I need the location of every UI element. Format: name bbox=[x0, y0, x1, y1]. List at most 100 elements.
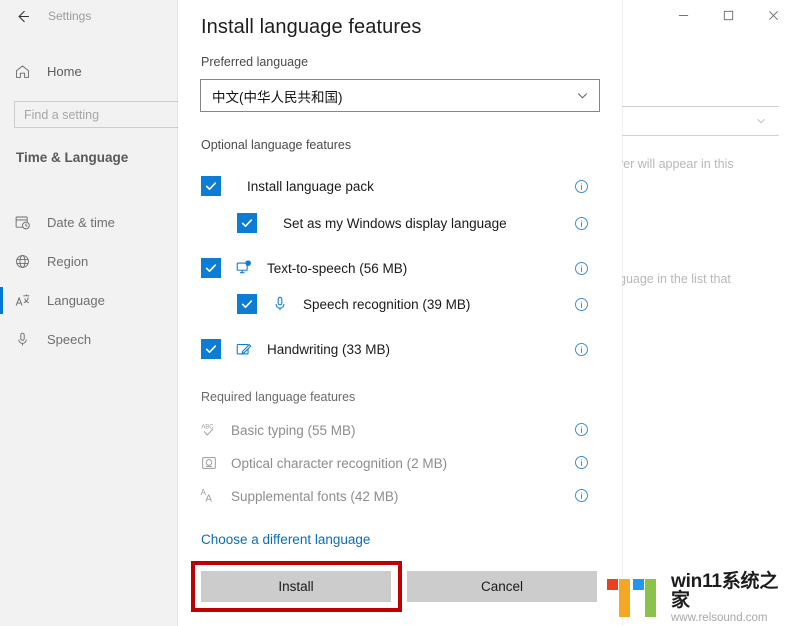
watermark-logo-icon bbox=[606, 577, 664, 619]
info-circle-icon bbox=[575, 489, 588, 502]
info-icon[interactable] bbox=[574, 422, 589, 437]
required-feature-label: Supplemental fonts (42 MB) bbox=[231, 488, 399, 504]
check-icon bbox=[205, 264, 217, 272]
chevron-down-icon bbox=[757, 118, 765, 124]
preferred-language-value: 中文(中华人民共和国) bbox=[212, 89, 343, 105]
info-circle-icon bbox=[575, 217, 588, 230]
install-language-features-dialog: Install language features Preferred lang… bbox=[178, 0, 622, 626]
globe-icon bbox=[16, 255, 29, 268]
cancel-button[interactable]: Cancel bbox=[407, 571, 597, 602]
search-placeholder: Find a setting bbox=[24, 107, 100, 122]
background-text-line-2: guage in the list that bbox=[619, 272, 731, 286]
microphone-icon bbox=[18, 332, 27, 346]
feature-row-text-to-speech[interactable]: Text-to-speech (56 MB) bbox=[178, 253, 622, 283]
feature-row-speech-recognition[interactable]: Speech recognition (39 MB) bbox=[178, 289, 622, 319]
feature-label: Speech recognition (39 MB) bbox=[303, 296, 471, 312]
required-feature-label: Basic typing (55 MB) bbox=[231, 422, 356, 438]
handwriting-icon bbox=[236, 343, 252, 355]
sidebar-nav-list: Date & time Region Language Speech bbox=[0, 203, 179, 359]
sidebar-item-label: Date & time bbox=[47, 215, 115, 230]
watermark-text: win11系统之家 www.relsound.com bbox=[671, 572, 796, 625]
feature-row-install-language-pack[interactable]: Install language pack bbox=[178, 171, 622, 201]
win11-logo-icon bbox=[607, 579, 656, 618]
watermark-url: www.relsound.com bbox=[671, 612, 768, 624]
info-circle-icon bbox=[575, 262, 588, 275]
fonts-icon: A A bbox=[200, 488, 212, 504]
check-icon bbox=[241, 300, 253, 308]
search-input[interactable]: Find a setting bbox=[14, 101, 179, 128]
feature-row-handwriting[interactable]: Handwriting (33 MB) bbox=[178, 334, 622, 364]
sidebar-category-title: Time & Language bbox=[16, 150, 129, 165]
app-title: Settings bbox=[48, 9, 92, 23]
checkbox-speech-recognition[interactable] bbox=[237, 294, 257, 314]
required-feature-label: Optical character recognition (2 MB) bbox=[231, 455, 448, 471]
settings-sidebar: Settings Home Find a setting Time & Lang… bbox=[0, 0, 179, 626]
info-icon[interactable] bbox=[574, 216, 589, 231]
info-circle-icon bbox=[575, 298, 588, 311]
sidebar-item-label: Region bbox=[47, 254, 89, 269]
dialog-title: Install language features bbox=[201, 16, 422, 38]
info-icon[interactable] bbox=[574, 179, 589, 194]
check-icon bbox=[241, 219, 253, 227]
sidebar-item-home[interactable]: Home bbox=[0, 52, 179, 90]
feature-label: Text-to-speech (56 MB) bbox=[267, 260, 408, 276]
required-row-basic-typing: ABC Basic typing (55 MB) bbox=[178, 416, 622, 444]
checkbox-text-to-speech[interactable] bbox=[201, 258, 221, 278]
info-icon[interactable] bbox=[574, 297, 589, 312]
close-button[interactable] bbox=[751, 0, 796, 31]
language-icon bbox=[15, 294, 30, 306]
install-button[interactable]: Install bbox=[201, 571, 391, 602]
info-circle-icon bbox=[575, 456, 588, 469]
background-text-line-1: rer will appear in this bbox=[619, 157, 734, 171]
feature-label: Set as my Windows display language bbox=[283, 215, 507, 231]
sidebar-titlebar: Settings bbox=[0, 0, 179, 32]
svg-text:A: A bbox=[205, 493, 212, 504]
feature-label: Handwriting (33 MB) bbox=[267, 341, 391, 357]
preferred-language-label: Preferred language bbox=[201, 55, 309, 69]
checkbox-handwriting[interactable] bbox=[201, 339, 221, 359]
sidebar-item-label: Speech bbox=[47, 332, 92, 347]
sidebar-item-date-time[interactable]: Date & time bbox=[0, 203, 179, 242]
required-row-supplemental-fonts: A A Supplemental fonts (42 MB) bbox=[178, 482, 622, 510]
info-icon[interactable] bbox=[574, 455, 589, 470]
text-to-speech-icon bbox=[236, 260, 251, 274]
info-circle-icon bbox=[575, 423, 588, 436]
sidebar-home-label: Home bbox=[47, 63, 82, 79]
sidebar-item-speech[interactable]: Speech bbox=[0, 320, 179, 359]
calendar-clock-icon bbox=[15, 216, 30, 230]
back-button[interactable] bbox=[0, 1, 44, 31]
chevron-down-icon bbox=[577, 93, 588, 99]
choose-different-language-link[interactable]: Choose a different language bbox=[201, 532, 370, 547]
abc-check-icon: ABC bbox=[201, 425, 214, 436]
maximize-icon bbox=[723, 10, 734, 21]
minimize-icon bbox=[678, 15, 689, 16]
ocr-icon bbox=[202, 457, 216, 469]
checkbox-install-language-pack[interactable] bbox=[201, 176, 221, 196]
sidebar-item-label: Language bbox=[47, 293, 105, 308]
screenshot-root: Settings Home Find a setting Time & Lang… bbox=[0, 0, 796, 626]
info-icon[interactable] bbox=[574, 488, 589, 503]
feature-label: Install language pack bbox=[247, 178, 374, 194]
info-circle-icon bbox=[575, 343, 588, 356]
background-dropdown[interactable] bbox=[619, 106, 779, 136]
checkbox-set-display-language[interactable] bbox=[237, 213, 257, 233]
minimize-button[interactable] bbox=[661, 0, 706, 31]
home-icon bbox=[16, 65, 29, 78]
info-circle-icon bbox=[575, 180, 588, 193]
preferred-language-dropdown[interactable]: 中文(中华人民共和国) bbox=[200, 79, 600, 112]
watermark: win11系统之家 www.relsound.com bbox=[606, 572, 796, 625]
feature-row-set-display-language[interactable]: Set as my Windows display language bbox=[178, 208, 622, 238]
sidebar-item-language[interactable]: Language bbox=[0, 281, 179, 320]
watermark-title: win11系统之家 bbox=[671, 571, 779, 611]
window-controls bbox=[661, 0, 796, 31]
close-icon bbox=[768, 10, 779, 21]
back-arrow-icon bbox=[18, 10, 29, 22]
required-row-ocr: Optical character recognition (2 MB) bbox=[178, 449, 622, 477]
microphone-icon bbox=[275, 296, 285, 311]
check-icon bbox=[205, 345, 217, 353]
info-icon[interactable] bbox=[574, 342, 589, 357]
sidebar-item-region[interactable]: Region bbox=[0, 242, 179, 281]
required-features-heading: Required language features bbox=[201, 390, 356, 404]
maximize-button[interactable] bbox=[706, 0, 751, 31]
info-icon[interactable] bbox=[574, 261, 589, 276]
